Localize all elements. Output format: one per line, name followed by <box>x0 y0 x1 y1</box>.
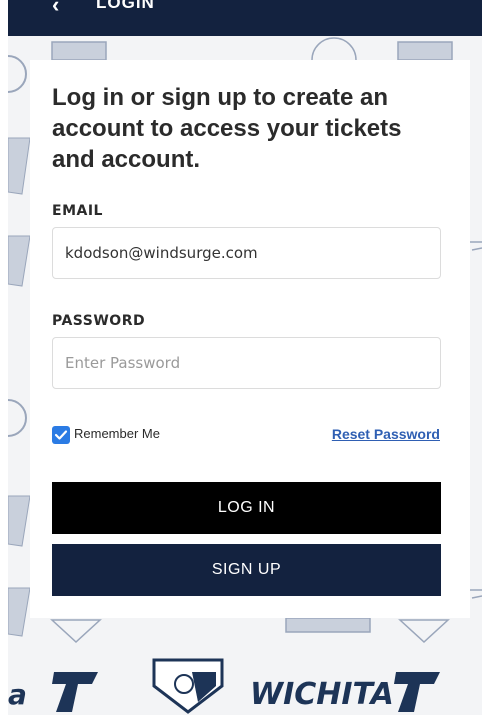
checkmark-icon <box>54 430 68 440</box>
login-headline: Log in or sign up to create an account t… <box>52 84 402 173</box>
remember-me-checkbox[interactable] <box>52 426 70 444</box>
log-in-button[interactable]: LOG IN <box>52 482 441 534</box>
reset-password-link[interactable]: Reset Password <box>332 426 440 442</box>
email-field[interactable]: kdodson@windsurge.com <box>52 227 441 279</box>
email-value: kdodson@windsurge.com <box>65 244 258 262</box>
email-label: EMAIL <box>52 203 103 219</box>
password-placeholder: Enter Password <box>65 354 181 372</box>
app-screen: WICHITA a ‹ LOGIN Log in or sign up to c… <box>8 0 482 715</box>
password-label: PASSWORD <box>52 313 146 329</box>
nav-title: LOGIN <box>96 0 155 12</box>
svg-text:a: a <box>8 678 27 711</box>
wichita-logo-text: WICHITA <box>250 677 394 712</box>
remember-me-label: Remember Me <box>74 426 160 441</box>
password-field[interactable]: Enter Password <box>52 337 441 389</box>
sign-up-button[interactable]: SIGN UP <box>52 544 441 596</box>
back-arrow-icon[interactable]: ‹ <box>52 0 70 16</box>
top-nav-bar: ‹ LOGIN <box>8 0 482 36</box>
